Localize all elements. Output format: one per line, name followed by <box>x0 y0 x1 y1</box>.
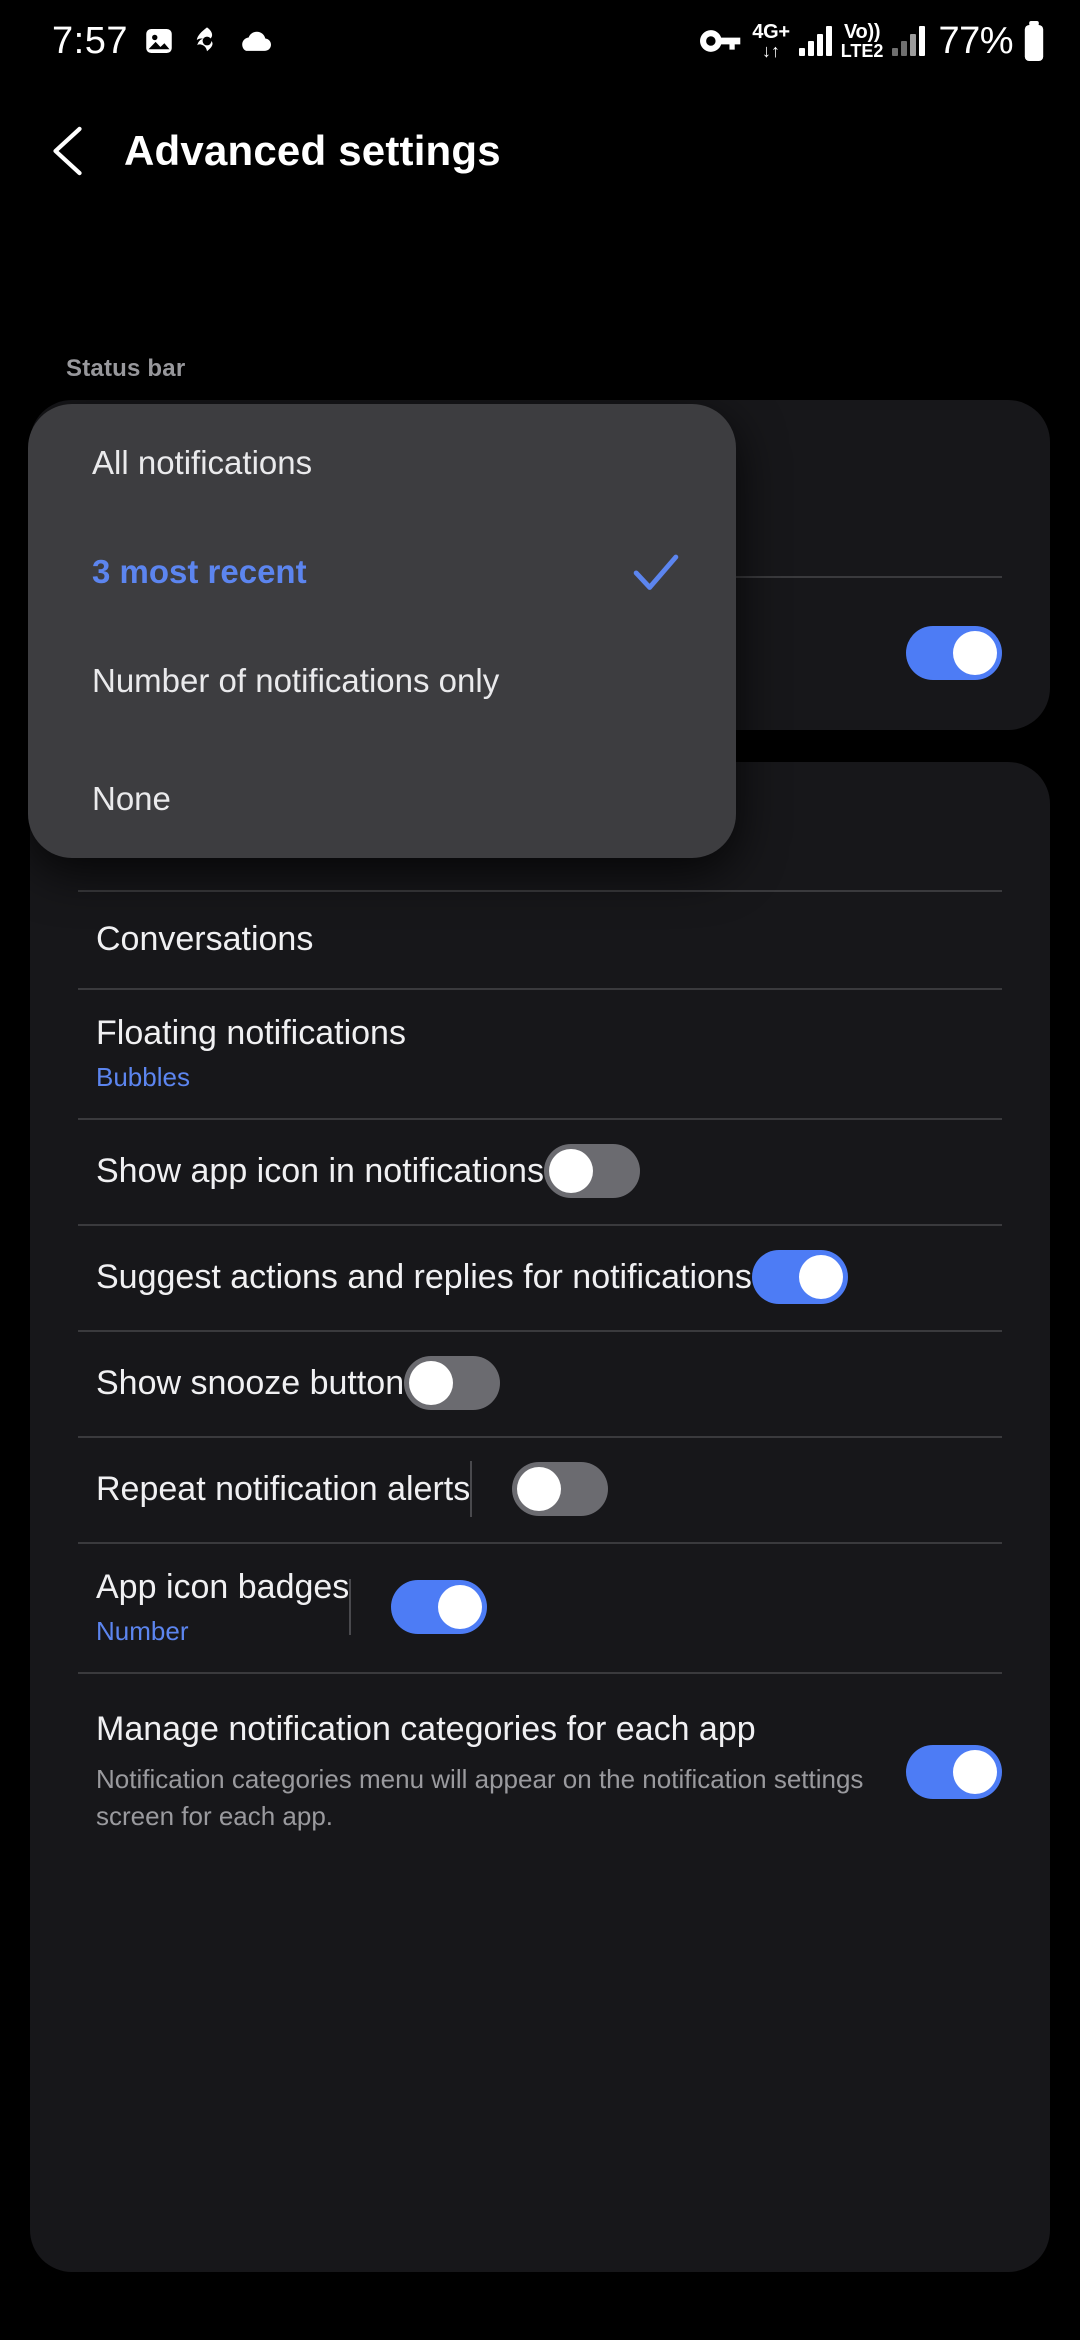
row-show-app-icon-in-notifications[interactable]: Show app icon in notifications <box>30 1118 688 1224</box>
row-title: Show snooze button <box>96 1363 405 1402</box>
volte-indicator: Vo)) LTE2 <box>840 21 884 61</box>
suggest-actions-switch[interactable] <box>751 1250 848 1304</box>
page-title: Advanced settings <box>124 127 501 174</box>
back-chevron-icon[interactable] <box>48 126 88 176</box>
row-title: App icon badges <box>96 1567 350 1606</box>
toggle-separator <box>349 1579 352 1635</box>
row-title: Show app icon in notifications <box>96 1151 544 1190</box>
dialog-option-none[interactable]: None <box>28 740 736 858</box>
row-conversations[interactable]: Conversations <box>30 890 361 988</box>
manage-categories-switch[interactable] <box>906 1745 1002 1799</box>
app-icon-badges-switch[interactable] <box>391 1580 488 1634</box>
dialog-option-label: 3 most recent <box>92 553 307 590</box>
phone-screen: 7:57 4G+ ↓↑ Vo)) LTE2 77% Advanced setti… <box>0 0 1080 2340</box>
row-subtitle: Number <box>96 1616 189 1647</box>
row-manage-notification-categories[interactable]: Manage notification categories for each … <box>30 1672 1050 1872</box>
row-app-icon-badges[interactable]: App icon badges Number <box>30 1542 535 1672</box>
photo-share-icon <box>196 27 213 52</box>
row-suggest-actions-and-replies[interactable]: Suggest actions and replies for notifica… <box>30 1224 896 1330</box>
dialog-option-label: Number of notifications only <box>92 662 500 699</box>
row-title: Manage notification categories for each … <box>96 1710 756 1749</box>
dialog-option-label: None <box>92 780 171 817</box>
dialog-option-all-notifications[interactable]: All notifications <box>28 404 736 522</box>
check-icon <box>633 554 679 590</box>
toggle-separator <box>470 1461 473 1517</box>
row-title: Repeat notification alerts <box>96 1469 471 1508</box>
signal-bars-sim1-icon <box>798 26 832 56</box>
status-bar-right: 4G+ ↓↑ Vo)) LTE2 77% <box>699 20 1046 63</box>
notifications-card: Conversations Floating notifications Bub… <box>30 762 1050 2272</box>
row-title: Conversations <box>96 919 314 958</box>
data-arrows-icon: ↓↑ <box>762 41 781 61</box>
row-subtitle: Notification categories menu will appear… <box>96 1764 864 1832</box>
status-bar-left: 7:57 <box>52 20 274 63</box>
row-subtitle: Bubbles <box>96 1062 190 1093</box>
row-title: Floating notifications <box>96 1013 406 1052</box>
battery-icon <box>1024 21 1044 61</box>
signal-bars-sim2-icon <box>892 26 926 56</box>
cloud-icon <box>242 31 271 51</box>
repeat-alerts-switch[interactable] <box>512 1462 609 1516</box>
dialog-option-3-most-recent[interactable]: 3 most recent <box>28 522 736 622</box>
status-bar-notifications-dialog: All notifications 3 most recent Number o… <box>28 404 736 858</box>
row-floating-notifications[interactable]: Floating notifications Bubbles <box>30 988 454 1118</box>
dialog-option-number-of-notifications-only[interactable]: Number of notifications only <box>28 622 736 740</box>
battery-percent: 77% <box>938 19 1013 62</box>
status-bar: 7:57 4G+ ↓↑ Vo)) LTE2 77% <box>0 0 1080 82</box>
show-snooze-switch[interactable] <box>404 1356 501 1410</box>
status-bar-row-switch[interactable] <box>906 626 1002 680</box>
show-app-icon-switch[interactable] <box>543 1144 640 1198</box>
mobile-data-indicator: 4G+ ↓↑ <box>752 21 790 61</box>
app-bar: Advanced settings <box>0 105 1080 197</box>
row-show-snooze-button[interactable]: Show snooze button <box>30 1330 548 1436</box>
dialog-option-label: All notifications <box>92 444 313 481</box>
vpn-key-icon <box>700 30 741 52</box>
image-icon <box>146 28 172 54</box>
status-bar-clock: 7:57 <box>52 19 128 62</box>
row-repeat-notification-alerts[interactable]: Repeat notification alerts <box>30 1436 656 1542</box>
section-label-status-bar: Status bar <box>66 355 186 382</box>
dialog-option-list: All notifications 3 most recent Number o… <box>28 404 736 858</box>
row-title: Suggest actions and replies for notifica… <box>96 1257 752 1296</box>
